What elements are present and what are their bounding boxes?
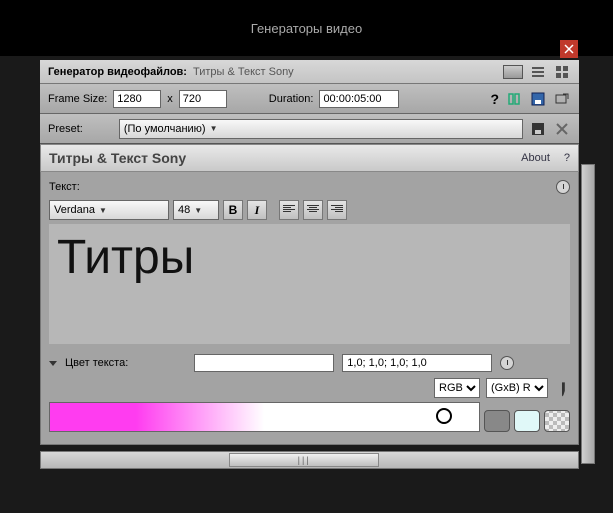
horizontal-scrollbar[interactable]: ||| <box>40 451 579 469</box>
generator-label: Генератор видеофайлов: <box>48 66 187 78</box>
color-mode-select[interactable]: RGB <box>434 378 480 398</box>
clock-icon-2[interactable] <box>500 356 514 370</box>
save-icon[interactable] <box>529 90 547 108</box>
text-color-label: Цвет текста: <box>65 357 128 369</box>
align-right-button[interactable] <box>327 200 347 220</box>
rgba-input[interactable] <box>342 354 492 372</box>
color-well-current[interactable] <box>484 410 510 432</box>
frame-size-label: Frame Size: <box>48 93 107 105</box>
color-swatch[interactable] <box>194 354 334 372</box>
x-label: x <box>167 93 173 105</box>
preset-label: Preset: <box>48 123 83 135</box>
frame-width-input[interactable] <box>113 90 161 108</box>
link-icon[interactable] <box>505 90 523 108</box>
grid-icon[interactable] <box>553 63 571 81</box>
frame-height-input[interactable] <box>179 90 227 108</box>
titlebar: Генераторы видео <box>0 0 613 56</box>
clock-icon[interactable] <box>556 180 570 194</box>
channel-select[interactable]: (GxB) R <box>486 378 548 398</box>
color-well-previous[interactable] <box>514 410 540 432</box>
collapse-toggle-icon[interactable] <box>49 361 57 366</box>
color-picker-ring[interactable] <box>436 408 452 424</box>
plugin-title-bar: Титры & Текст Sony About ? <box>40 144 579 172</box>
eyedropper-icon[interactable] <box>551 377 574 400</box>
view-toggle-a[interactable] <box>503 65 523 79</box>
align-center-button[interactable] <box>303 200 323 220</box>
color-gradient[interactable] <box>49 402 480 432</box>
window-title: Генераторы видео <box>251 21 362 36</box>
close-icon <box>564 44 574 54</box>
align-right-icon <box>331 205 343 215</box>
help-button[interactable]: ? <box>490 91 499 107</box>
text-canvas[interactable]: Титры <box>49 224 570 344</box>
scrollbar-thumb[interactable]: ||| <box>229 453 379 467</box>
pop-out-icon[interactable] <box>553 90 571 108</box>
about-link[interactable]: About <box>521 152 550 164</box>
duration-label: Duration: <box>269 93 314 105</box>
save-preset-icon[interactable] <box>529 120 547 138</box>
color-well-transparent[interactable] <box>544 410 570 432</box>
italic-button[interactable]: I <box>247 200 267 220</box>
generator-value: Титры & Текст Sony <box>193 66 294 78</box>
menu-icon[interactable] <box>529 63 547 81</box>
align-left-button[interactable] <box>279 200 299 220</box>
plugin-title: Титры & Текст Sony <box>49 150 186 166</box>
duration-input[interactable] <box>319 90 399 108</box>
text-section-label: Текст: <box>49 181 80 193</box>
font-size-select[interactable]: 48 <box>173 200 219 220</box>
bold-button[interactable]: B <box>223 200 243 220</box>
vertical-scrollbar[interactable] <box>581 164 595 464</box>
canvas-text: Титры <box>57 230 194 285</box>
preset-select[interactable]: (По умолчанию) <box>119 119 523 139</box>
align-left-icon <box>283 205 295 215</box>
delete-preset-icon[interactable] <box>553 120 571 138</box>
align-center-icon <box>307 205 319 215</box>
font-select[interactable]: Verdana <box>49 200 169 220</box>
plugin-help[interactable]: ? <box>564 152 570 164</box>
close-button[interactable] <box>560 40 578 58</box>
